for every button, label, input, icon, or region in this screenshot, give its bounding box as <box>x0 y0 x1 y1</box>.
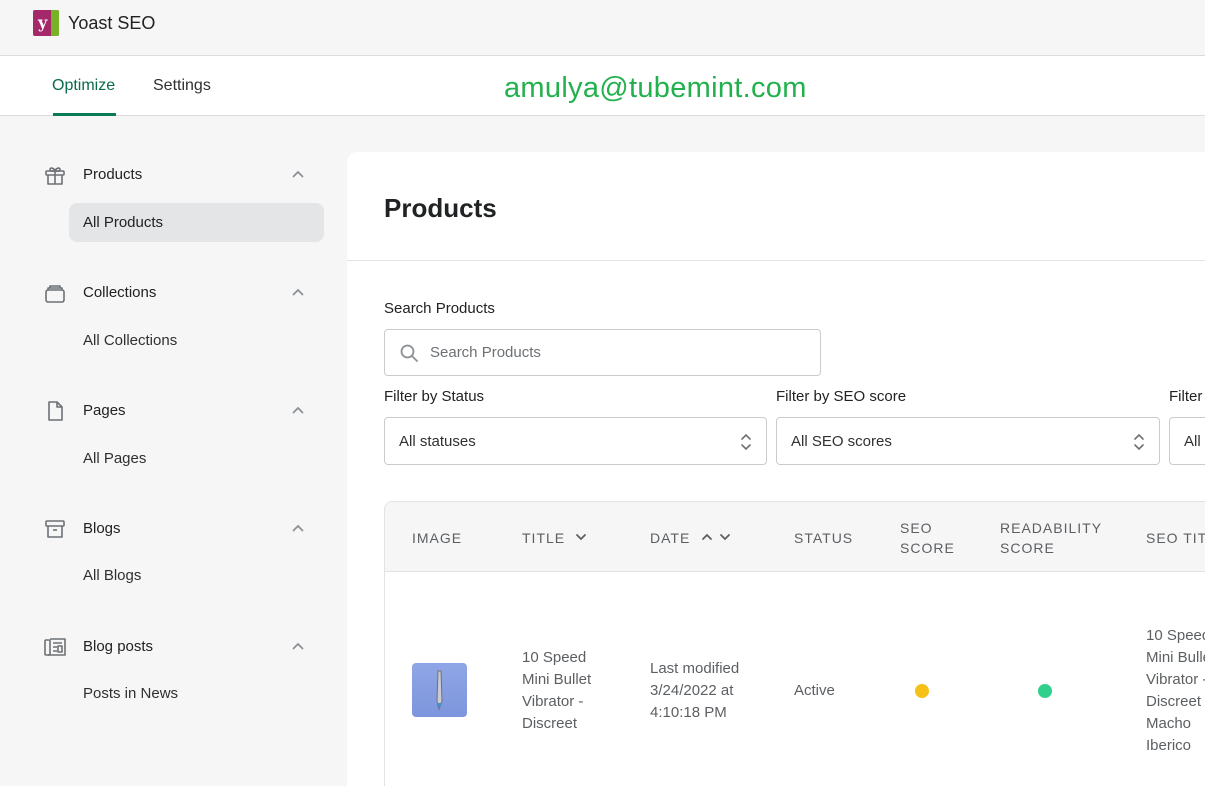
sidebar-label-collections: Collections <box>83 284 157 301</box>
select-arrows-icon <box>1132 432 1146 452</box>
table-header: IMAGE TITLE DATE STATUS SEO SCORE READAB… <box>385 502 1205 572</box>
chevron-up-icon[interactable] <box>290 284 306 300</box>
search-input[interactable] <box>430 330 810 375</box>
sidebar-item-all-pages[interactable]: All Pages <box>69 439 324 478</box>
top-bar: y Yoast SEO <box>0 0 1205 56</box>
seo-title-line: Discreet - <box>1146 693 1205 710</box>
active-tab-indicator <box>53 113 116 116</box>
product-title-line[interactable]: 10 Speed <box>522 647 591 669</box>
user-email: amulya@tubemint.com <box>504 72 807 104</box>
divider <box>347 260 1205 261</box>
sidebar-item-label: All Collections <box>83 332 178 349</box>
filter-seo-score-label: Filter by SEO score <box>776 388 907 405</box>
page-title: Products <box>384 193 497 223</box>
sidebar-label-blog-posts: Blog posts <box>83 638 154 655</box>
seo-title-line: 10 Speed <box>1146 627 1205 644</box>
app-title: Yoast SEO <box>68 13 156 33</box>
yoast-logo-icon: y <box>33 10 59 36</box>
filter-seo-score-select[interactable]: All SEO scores <box>776 417 1160 465</box>
readability-score-indicator <box>1038 684 1052 698</box>
sidebar-item-label: All Products <box>83 214 164 231</box>
sidebar-label-blogs: Blogs <box>83 520 121 537</box>
seo-title-line: Vibrator - <box>1146 671 1205 688</box>
filter-third-label: Filter <box>1169 388 1203 405</box>
column-header-readability-line1: READABILITY <box>1000 520 1103 536</box>
tab-settings[interactable]: Settings <box>153 77 211 95</box>
filter-status-value: All statuses <box>399 433 476 450</box>
page-icon <box>43 399 67 423</box>
collections-icon <box>43 281 67 305</box>
sidebar: Products All Products Collections All Co… <box>0 117 346 786</box>
filter-status-select[interactable]: All statuses <box>384 417 767 465</box>
sidebar-label-products: Products <box>83 166 143 183</box>
chevron-down-icon[interactable] <box>574 530 588 544</box>
column-header-readability-line2: SCORE <box>1000 540 1055 556</box>
chevron-up-icon[interactable] <box>290 520 306 536</box>
filter-status-label: Filter by Status <box>384 388 485 405</box>
seo-title-line: Macho <box>1146 715 1192 732</box>
sidebar-group-collections[interactable]: Collections <box>0 274 346 314</box>
chevron-up-icon[interactable] <box>290 638 306 654</box>
search-label: Search Products <box>384 300 495 317</box>
product-title-line[interactable]: Mini Bullet <box>522 669 591 691</box>
filter-seo-score-value: All SEO scores <box>791 433 892 450</box>
products-table: IMAGE TITLE DATE STATUS SEO SCORE READAB… <box>384 501 1205 786</box>
select-arrows-icon <box>739 432 753 452</box>
seo-title-line: Mini Bulle <box>1146 649 1205 666</box>
sidebar-item-all-blogs[interactable]: All Blogs <box>69 556 324 595</box>
tabs-bar: Optimize Settings amulya@tubemint.com <box>0 56 1205 116</box>
seo-title-line: Iberico <box>1146 737 1192 754</box>
seo-score-indicator <box>915 684 929 698</box>
sidebar-label-pages: Pages <box>83 402 126 419</box>
product-date-line: Last modified <box>650 660 740 677</box>
product-title-line[interactable]: Discreet <box>522 713 591 735</box>
sidebar-group-products[interactable]: Products <box>0 156 346 196</box>
filter-third-select[interactable]: All <box>1169 417 1205 465</box>
product-image[interactable] <box>412 663 467 717</box>
product-date-line: 4:10:18 PM <box>650 704 727 721</box>
tab-optimize[interactable]: Optimize <box>52 77 115 95</box>
sidebar-item-label: Posts in News <box>83 685 179 702</box>
chevron-up-icon[interactable] <box>290 166 306 182</box>
filter-third-value: All <box>1184 433 1201 450</box>
chevron-up-icon[interactable] <box>290 402 306 418</box>
archive-icon <box>43 517 67 541</box>
column-header-image: IMAGE <box>412 530 463 546</box>
product-status: Active <box>794 682 835 699</box>
sidebar-item-label: All Pages <box>83 450 147 467</box>
sidebar-item-all-products[interactable]: All Products <box>69 203 324 242</box>
main-panel: Products Search Products Filter by Statu… <box>347 152 1205 786</box>
sidebar-item-posts-in-news[interactable]: Posts in News <box>69 674 324 713</box>
newspaper-icon <box>43 635 67 659</box>
search-icon <box>399 343 419 363</box>
sidebar-group-pages[interactable]: Pages <box>0 392 346 432</box>
gift-icon <box>43 163 67 187</box>
column-header-date[interactable]: DATE <box>650 530 690 546</box>
column-header-title[interactable]: TITLE <box>522 530 565 546</box>
sidebar-item-all-collections[interactable]: All Collections <box>69 321 324 360</box>
chevron-up-icon[interactable] <box>700 530 714 544</box>
column-header-seo-title: SEO TITL <box>1146 530 1205 546</box>
search-field[interactable] <box>384 329 821 376</box>
column-header-seo-score-line2: SCORE <box>900 540 955 556</box>
column-header-seo-score-line1: SEO <box>900 520 933 536</box>
product-title-line[interactable]: Vibrator - <box>522 691 591 713</box>
chevron-down-icon[interactable] <box>718 530 732 544</box>
column-header-status: STATUS <box>794 530 854 546</box>
product-date-line: 3/24/2022 at <box>650 682 734 699</box>
sidebar-item-label: All Blogs <box>83 567 142 584</box>
sidebar-group-blogs[interactable]: Blogs <box>0 510 346 550</box>
sidebar-group-blog-posts[interactable]: Blog posts <box>0 628 346 668</box>
